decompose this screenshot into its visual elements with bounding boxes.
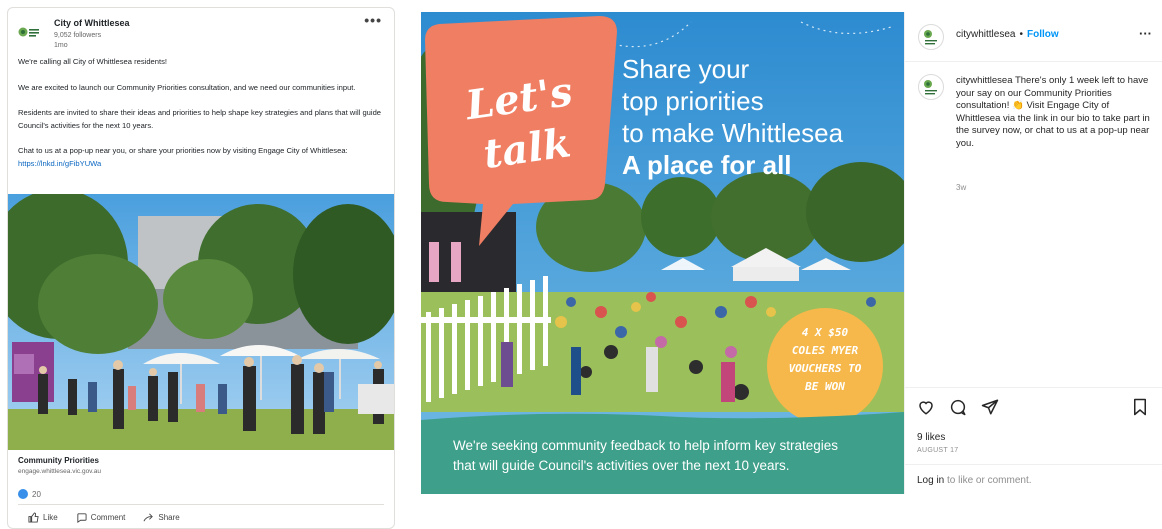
login-rest-text: to like or comment. — [944, 475, 1032, 486]
comment-label: Comment — [90, 513, 126, 522]
linkedin-post-header: City of Whittlesea 9,052 followers 1mo •… — [8, 8, 394, 54]
footer-line-1: We're seeking community feedback to help… — [453, 438, 838, 453]
caption-age: 3w — [956, 183, 967, 192]
login-prompt: Log in to like or comment. — [917, 475, 1032, 486]
divider — [18, 504, 384, 505]
link-preview-url: engage.whittlesea.vic.gov.au — [18, 468, 101, 475]
comment-button[interactable]: Comment — [76, 512, 126, 523]
share-arrow-icon — [143, 513, 154, 522]
post-caption: citywhittlesea There's only 1 week left … — [956, 75, 1152, 151]
city-logo-icon — [924, 30, 937, 45]
badge-line-2: COLES MYER — [792, 344, 859, 357]
footer-line-2: that will guide Council's activities ove… — [453, 458, 790, 473]
post-paragraph: We're calling all City of Whittlesea res… — [18, 57, 168, 66]
instagram-post-header: citywhittlesea • Follow ··· — [905, 12, 1162, 62]
caption-avatar[interactable] — [918, 74, 944, 100]
reaction-summary[interactable]: 20 — [18, 488, 41, 500]
cta-text: Chat to us at a pop-up near you, or shar… — [18, 146, 348, 156]
post-paragraph: Residents are invited to share their ide… — [18, 108, 382, 130]
more-options-icon[interactable]: ••• — [364, 12, 382, 28]
like-count[interactable]: 9 likes — [917, 432, 945, 443]
separator-dot: • — [1019, 29, 1023, 40]
headline-line-3: to make Whittlesea — [622, 118, 844, 148]
divider — [905, 464, 1162, 465]
more-options-icon[interactable]: ··· — [1139, 26, 1152, 41]
share-icon[interactable] — [981, 398, 999, 416]
instagram-side-panel: citywhittlesea • Follow ··· citywhittles… — [904, 12, 1162, 494]
post-date: AUGUST 17 — [917, 447, 959, 454]
link-preview-title[interactable]: Community Priorities — [18, 456, 99, 465]
headline-line-2: top priorities — [622, 86, 764, 116]
post-action-bar: Like Comment Share — [28, 512, 180, 523]
org-logo[interactable] — [18, 25, 40, 39]
username-link[interactable]: citywhittlesea — [956, 29, 1015, 40]
follower-count: 9,052 followers — [54, 32, 102, 39]
city-logo-icon — [924, 80, 937, 95]
post-paragraph: Chat to us at a pop-up near you, or shar… — [18, 145, 388, 170]
post-body: We're calling all City of Whittlesea res… — [18, 56, 388, 184]
share-label: Share — [158, 513, 180, 522]
post-time: 1mo — [54, 42, 68, 49]
heart-icon[interactable] — [917, 398, 935, 416]
divider — [905, 387, 1162, 388]
like-label: Like — [43, 513, 58, 522]
avatar[interactable] — [918, 24, 944, 50]
thumbs-up-icon — [28, 512, 39, 523]
linkedin-post-card: City of Whittlesea 9,052 followers 1mo •… — [7, 7, 395, 529]
caption-username[interactable]: citywhittlesea — [956, 75, 1013, 86]
instagram-post-image[interactable]: Let's talk Share your top priorities to … — [421, 12, 904, 494]
comment-icon[interactable] — [949, 398, 967, 416]
login-link[interactable]: Log in — [917, 475, 944, 486]
comment-icon — [77, 513, 87, 523]
org-name[interactable]: City of Whittlesea — [54, 18, 130, 28]
headline-line-1: Share your — [622, 54, 750, 84]
link-preview[interactable]: Community Priorities engage.whittlesea.v… — [8, 450, 394, 482]
badge-line-1: 4 X $50 — [802, 326, 849, 339]
post-paragraph: We are excited to launch our Community P… — [18, 82, 356, 92]
badge-line-4: BE WON — [804, 380, 845, 393]
header-user-row: citywhittlesea • Follow — [956, 29, 1059, 40]
event-photo[interactable] — [8, 194, 394, 450]
like-reaction-icon — [18, 489, 28, 499]
caption-text: There's only 1 week left to have your sa… — [956, 75, 1150, 149]
badge-line-3: VOUCHERS TO — [789, 362, 862, 375]
bookmark-icon[interactable] — [1132, 398, 1148, 416]
post-link[interactable]: https://lnkd.in/gFibYUWa — [18, 159, 101, 168]
follow-button[interactable]: Follow — [1027, 29, 1059, 40]
share-button[interactable]: Share — [143, 512, 180, 523]
post-action-icons — [917, 398, 999, 416]
headline-line-4: A place for all — [622, 150, 792, 180]
like-button[interactable]: Like — [28, 512, 58, 523]
reaction-count: 20 — [32, 489, 41, 499]
